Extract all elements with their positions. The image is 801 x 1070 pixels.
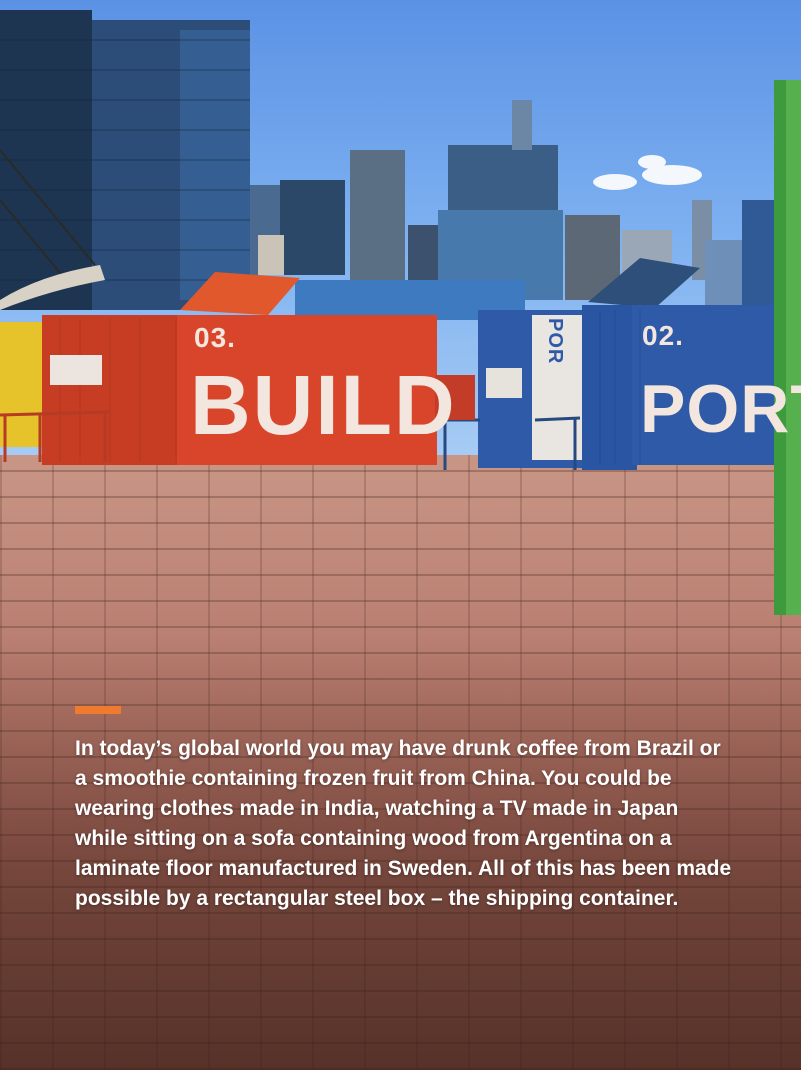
- port-container-number: 02.: [642, 320, 684, 351]
- build-container-number: 03.: [194, 322, 236, 353]
- accent-bar: [75, 706, 121, 714]
- port-container-side-word: POR: [544, 318, 566, 365]
- shipping-containers: [0, 80, 801, 615]
- port-container-word: PORT: [640, 371, 801, 447]
- intro-paragraph: In today’s global world you may have dru…: [75, 737, 732, 910]
- build-container-word: BUILD: [190, 358, 457, 452]
